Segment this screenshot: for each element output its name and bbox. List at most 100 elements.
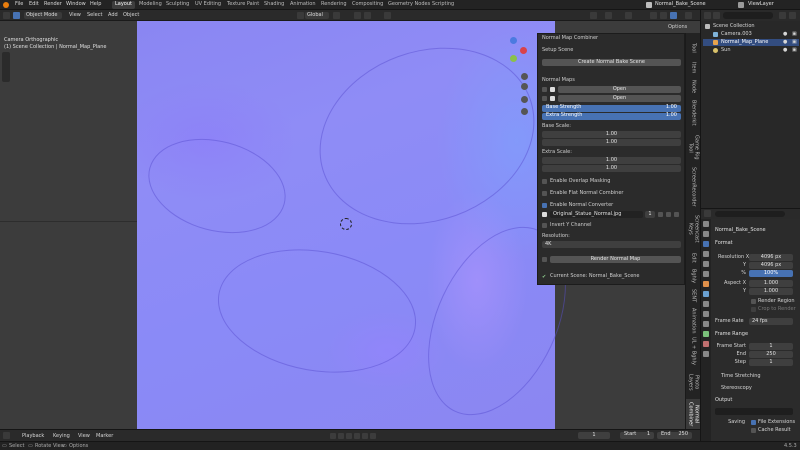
tab-layout[interactable]: Layout <box>112 1 135 9</box>
aspect-x-field[interactable]: 1.000 <box>749 280 793 287</box>
render-camera-icon[interactable]: ▣ <box>792 31 797 38</box>
base-scale-x-field[interactable]: 1.00 <box>542 131 681 138</box>
normal-maps-section-header[interactable]: Normal Maps <box>542 77 575 84</box>
properties-search-input[interactable] <box>715 211 785 217</box>
extra-scale-y-field[interactable]: 1.00 <box>542 165 681 172</box>
file-extensions-checkbox[interactable] <box>751 420 756 425</box>
render-camera-icon[interactable]: ▣ <box>792 39 797 46</box>
jump-start-icon[interactable] <box>330 433 336 439</box>
constraints-tab-icon[interactable] <box>703 321 709 327</box>
gizmo-icon[interactable] <box>605 12 612 19</box>
extra-scale-x-field[interactable]: 1.00 <box>542 157 681 164</box>
pivot-point-icon[interactable] <box>333 12 340 19</box>
material-tab-icon[interactable] <box>703 341 709 347</box>
tab-sculpting[interactable]: Sculpting <box>163 1 192 9</box>
new-collection-icon[interactable] <box>789 12 796 19</box>
stereoscopy-header[interactable]: Stereoscopy <box>721 385 752 392</box>
new-image-icon[interactable] <box>666 212 671 217</box>
tab-shading[interactable]: Shading <box>261 1 287 9</box>
visibility-icon[interactable] <box>590 12 597 19</box>
flat-normal-checkbox[interactable] <box>542 191 547 196</box>
pan-hand-icon[interactable] <box>521 83 528 90</box>
snap-icon[interactable] <box>354 12 361 19</box>
menu-select[interactable]: Select <box>87 13 102 18</box>
tab-modeling[interactable]: Modeling <box>136 1 165 9</box>
physics-tab-icon[interactable] <box>703 311 709 317</box>
frame-start-field[interactable]: 1 <box>749 343 793 350</box>
render-tab-icon[interactable] <box>703 231 709 237</box>
render-normal-map-button[interactable]: Render Normal Map <box>550 256 681 263</box>
shading-solid-icon[interactable] <box>650 12 657 19</box>
converter-image-icon[interactable] <box>542 212 547 217</box>
frame-step-field[interactable]: 1 <box>749 359 793 366</box>
output-path-field[interactable] <box>715 408 793 415</box>
menu-view-timeline[interactable]: View <box>78 434 90 439</box>
tab-animation-side[interactable]: Animation <box>686 307 701 335</box>
shading-rendered-icon[interactable] <box>670 12 677 19</box>
render-camera-icon[interactable]: ▣ <box>792 47 797 54</box>
tab-uv-editing[interactable]: UV Editing <box>192 1 224 9</box>
shading-material-icon[interactable] <box>660 12 667 19</box>
zoom-icon[interactable] <box>521 73 528 80</box>
tab-animation[interactable]: Animation <box>287 1 319 9</box>
texture-tab-icon[interactable] <box>703 351 709 357</box>
converter-users-count[interactable]: 1 <box>645 211 655 218</box>
outliner-item-plane[interactable]: Normal_Map_Plane ● ▣ <box>703 39 799 46</box>
proportional-edit-icon[interactable] <box>384 12 391 19</box>
editor-type-icon[interactable] <box>3 12 10 19</box>
frame-range-section-header[interactable]: Frame Range <box>715 331 748 338</box>
menu-view[interactable]: View <box>69 13 81 18</box>
snap-target-icon[interactable] <box>364 12 371 19</box>
view-layer-name[interactable]: ViewLayer <box>748 2 774 7</box>
timeline-editor-icon[interactable] <box>3 432 10 439</box>
menu-keying[interactable]: Keying <box>53 434 70 439</box>
blender-logo-icon[interactable] <box>3 2 9 8</box>
tab-blenderkit[interactable]: Blenderkit <box>686 98 701 128</box>
play-reverse-icon[interactable] <box>346 433 352 439</box>
resolution-dropdown[interactable]: 4K <box>542 241 681 248</box>
normal-converter-checkbox[interactable] <box>542 203 547 208</box>
fake-user-shield-icon[interactable] <box>658 212 663 217</box>
converter-file-field[interactable]: Original_Statue_Normal.jpg <box>550 211 643 218</box>
end-frame-field[interactable]: End 250 <box>657 432 692 439</box>
menu-window[interactable]: Window <box>66 2 86 7</box>
menu-add[interactable]: Add <box>108 13 118 18</box>
jump-end-icon[interactable] <box>370 433 376 439</box>
menu-marker[interactable]: Marker <box>96 434 113 439</box>
tab-node[interactable]: Node <box>686 78 701 96</box>
properties-editor-icon[interactable] <box>704 210 711 217</box>
camera-view-icon[interactable] <box>521 96 528 103</box>
extra-map-image-icon[interactable] <box>542 96 547 101</box>
menu-playback[interactable]: Playback <box>22 434 44 439</box>
eye-icon[interactable]: ● <box>783 31 787 38</box>
menu-render[interactable]: Render <box>44 2 62 7</box>
tool-tab-icon[interactable] <box>703 221 709 227</box>
view-layer-tab-icon[interactable] <box>703 251 709 257</box>
tab-scripting[interactable]: Scripting <box>429 1 457 9</box>
outliner-editor-icon[interactable] <box>704 12 711 19</box>
shading-options-icon[interactable] <box>685 12 692 19</box>
tab-texture-paint[interactable]: Texture Paint <box>224 1 262 9</box>
aspect-y-field[interactable]: 1.000 <box>749 288 793 295</box>
base-map-folder-icon[interactable] <box>550 87 555 92</box>
menu-file[interactable]: File <box>15 2 23 7</box>
tab-item[interactable]: Item <box>686 60 701 75</box>
menu-edit[interactable]: Edit <box>29 2 39 7</box>
scene-tab-icon[interactable] <box>703 261 709 267</box>
current-frame-field[interactable]: 1 <box>578 432 610 439</box>
start-frame-field[interactable]: Start 1 <box>620 432 654 439</box>
tab-edit[interactable]: Edit <box>686 251 701 265</box>
frame-end-field[interactable]: 250 <box>749 351 793 358</box>
tab-compositing[interactable]: Compositing <box>349 1 386 9</box>
tab-ul-bghly[interactable]: UL + Bghly <box>686 337 701 365</box>
base-scale-y-field[interactable]: 1.00 <box>542 139 681 146</box>
tab-photo-layers[interactable]: Photo Layers <box>686 367 701 397</box>
render-region-checkbox[interactable] <box>751 299 756 304</box>
tab-geometry-nodes[interactable]: Geometry Nodes <box>385 1 433 9</box>
outliner-search-input[interactable] <box>723 12 773 19</box>
setup-section-header[interactable]: Setup Scene <box>542 47 573 54</box>
tab-rendering[interactable]: Rendering <box>318 1 350 9</box>
overlay-icon[interactable] <box>625 12 632 19</box>
time-stretching-header[interactable]: Time Stretching <box>721 373 761 380</box>
particles-tab-icon[interactable] <box>703 301 709 307</box>
